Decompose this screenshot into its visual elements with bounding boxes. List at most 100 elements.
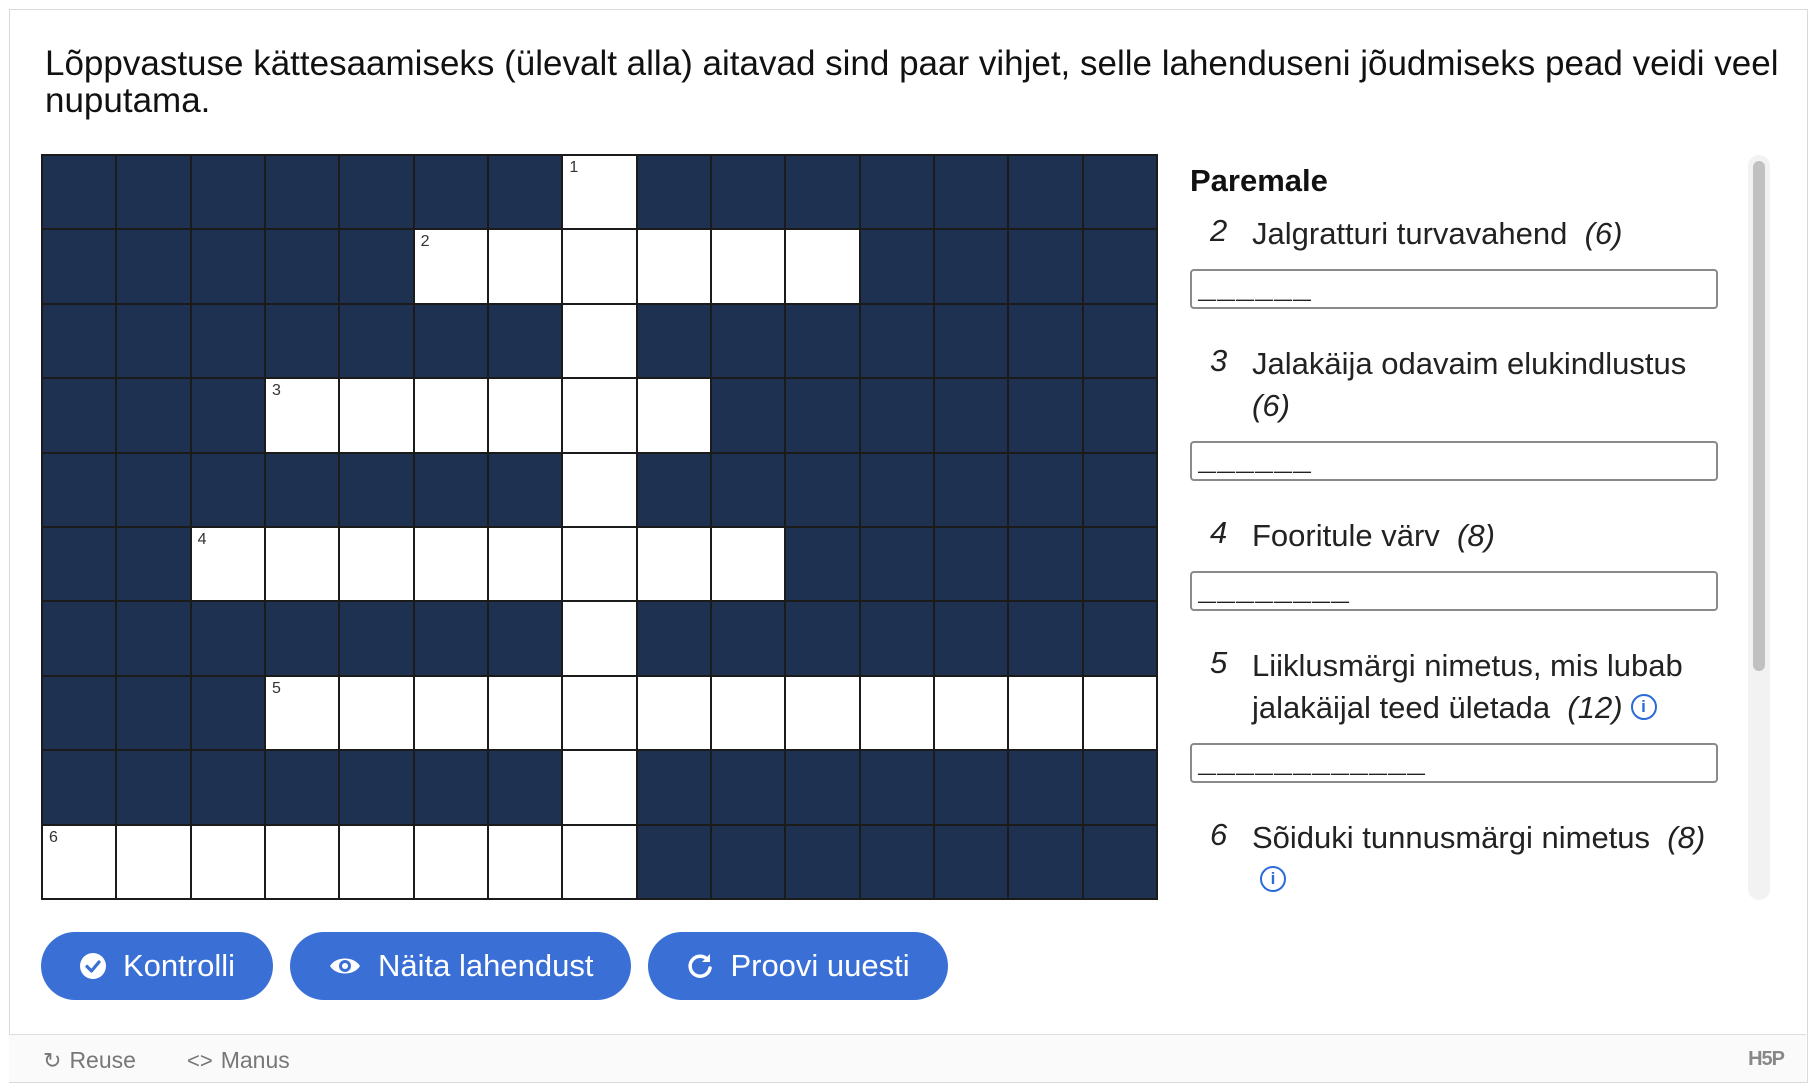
reuse-link[interactable]: ↻ Reuse [43,1047,136,1074]
embed-link[interactable]: <> Manus [187,1047,290,1074]
crossword-cell[interactable] [563,230,636,303]
crossword-cell[interactable] [712,528,785,601]
crossword-cell[interactable] [563,825,636,898]
blocked-cell [712,825,785,898]
blocked-cell [117,230,190,303]
blocked-cell [935,825,1008,898]
clue-item: 2 Jalgratturi turvavahend (6) ______ [1190,213,1750,309]
crossword-cell[interactable]: 5 [266,676,339,750]
check-circle-icon [79,952,107,980]
crossword-cell[interactable] [637,379,710,452]
clue-number: 3 [1210,343,1228,378]
blocked-cell [860,379,933,452]
blocked-cell [117,156,190,229]
retry-button[interactable]: Proovi uuesti [648,932,948,1000]
blocked-cell [266,304,339,378]
blocked-cell [340,602,413,675]
crossword-cell[interactable]: 3 [266,379,339,452]
embed-label: Manus [220,1047,290,1073]
cell-number: 5 [272,679,281,697]
blocked-cell [712,602,785,675]
crossword-cell[interactable] [266,825,339,898]
blocked-cell [935,453,1008,526]
crossword-cell[interactable] [935,676,1008,750]
crossword-cell[interactable] [786,676,859,750]
crossword-cell[interactable] [637,528,710,601]
blocked-cell [414,751,487,824]
cell-number: 3 [272,382,281,400]
crossword-cell[interactable] [191,825,264,898]
clue-text: Sõiduki tunnusmärgi nimetus (8) i [1252,817,1722,900]
crossword-cell[interactable]: 4 [191,528,264,601]
show-solution-button[interactable]: Näita lahendust [290,932,632,1000]
blocked-cell [266,751,339,824]
blocked-cell [935,230,1008,303]
crossword-cell[interactable] [414,528,487,601]
blocked-cell [340,453,413,526]
blocked-cell [1009,825,1082,898]
blocked-cell [860,453,933,526]
crossword-cell[interactable] [563,304,636,378]
crossword-cell[interactable] [563,528,636,601]
crossword-cell[interactable] [563,379,636,452]
crossword-cell[interactable] [712,676,785,750]
blocked-cell [43,304,116,378]
blocked-cell [935,304,1008,378]
scrollbar-thumb[interactable] [1753,161,1765,671]
blocked-cell [117,304,190,378]
info-icon[interactable]: i [1630,694,1657,720]
crossword-cell[interactable] [414,825,487,898]
clues-scrollbar[interactable] [1748,155,1770,900]
blocked-cell [935,528,1008,601]
crossword-cell[interactable] [637,230,710,303]
blocked-cell [43,453,116,526]
crossword-cell[interactable] [563,676,636,750]
crossword-cell[interactable] [1009,676,1082,750]
blocked-cell [712,751,785,824]
crossword-cell[interactable] [340,676,413,750]
clue-length: (8) [1457,518,1495,553]
crossword-cell[interactable]: 2 [414,230,487,303]
blocked-cell [266,453,339,526]
crossword-cell[interactable] [340,528,413,601]
blocked-cell [786,528,859,601]
crossword-cell[interactable]: 6 [43,825,116,898]
crossword-cell[interactable] [489,676,562,750]
crossword-cell[interactable] [489,825,562,898]
crossword-cell[interactable] [563,453,636,526]
clue-length: (12) [1567,690,1623,725]
crossword-cell[interactable] [414,379,487,452]
blocked-cell [191,453,264,526]
check-button[interactable]: Kontrolli [41,932,273,1000]
crossword-cell[interactable] [266,528,339,601]
crossword-cell[interactable] [117,825,190,898]
blocked-cell [1083,230,1156,303]
answer-input[interactable]: ________ [1190,571,1718,611]
blocked-cell [1009,528,1082,601]
crossword-cell[interactable] [414,676,487,750]
blocked-cell [935,602,1008,675]
answer-input[interactable]: ______ [1190,269,1718,309]
crossword-cell[interactable] [489,379,562,452]
crossword-cell[interactable] [786,230,859,303]
crossword-cell[interactable] [340,825,413,898]
clue-text: Liiklusmärgi nimetus, mis lubab jalakäij… [1252,645,1722,729]
blocked-cell [712,453,785,526]
crossword-cell[interactable] [1083,676,1156,750]
crossword-cell[interactable] [563,751,636,824]
answer-input[interactable]: ______ [1190,441,1718,481]
crossword-cell[interactable] [563,602,636,675]
answer-input[interactable]: ____________ [1190,743,1718,783]
crossword-cell[interactable]: 1 [563,156,636,229]
blocked-cell [489,156,562,229]
clue-length: (8) [1667,820,1706,855]
crossword-cell[interactable] [340,379,413,452]
crossword-cell[interactable] [489,230,562,303]
crossword-cell[interactable] [637,676,710,750]
crossword-cell[interactable] [712,230,785,303]
reuse-label: Reuse [69,1047,136,1073]
crossword-cell[interactable] [489,528,562,601]
info-icon[interactable]: i [1260,866,1286,892]
crossword-cell[interactable] [860,676,933,750]
blocked-cell [637,304,710,378]
